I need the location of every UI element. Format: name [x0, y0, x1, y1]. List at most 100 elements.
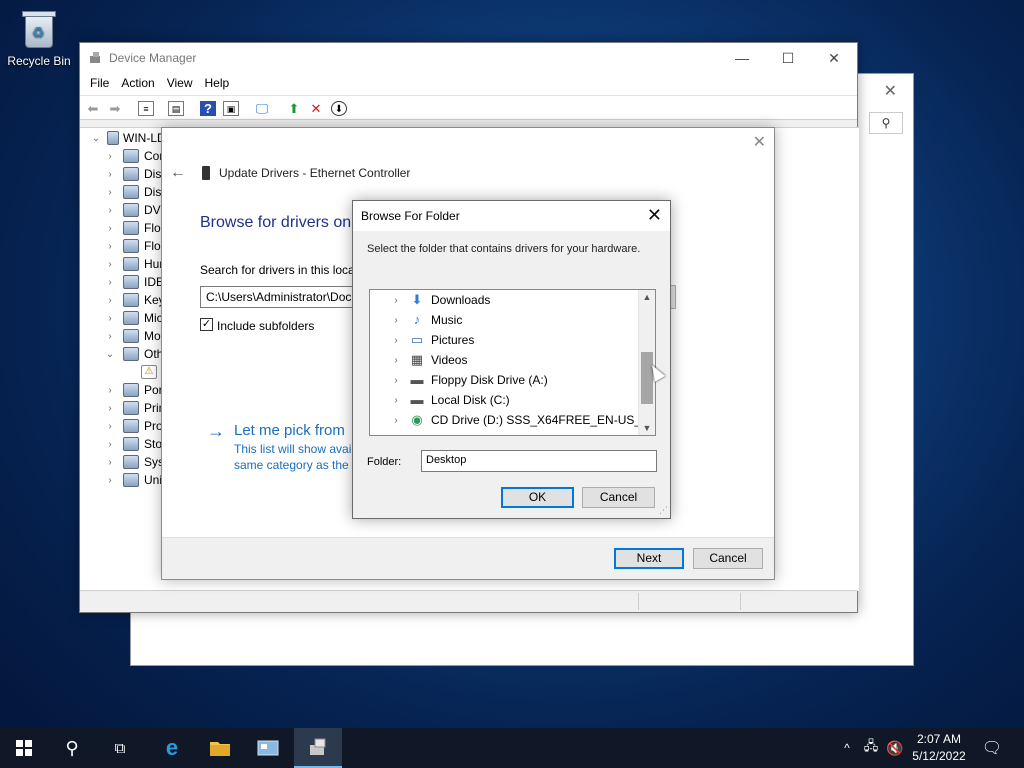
minimize-button[interactable]: —: [719, 43, 765, 73]
tree-item[interactable]: › Uni: [103, 471, 162, 489]
tree-item[interactable]: › Pro: [103, 417, 163, 435]
network-icon[interactable]: 🖧: [860, 728, 882, 768]
tree-item[interactable]: › Stor: [103, 435, 166, 453]
chevron-right-icon[interactable]: ›: [103, 421, 117, 432]
pick-driver-link[interactable]: Let me pick from: [234, 422, 345, 439]
chevron-right-icon[interactable]: ›: [103, 313, 117, 324]
tree-item[interactable]: › Flop: [103, 237, 167, 255]
tree-item[interactable]: › Disk: [103, 165, 167, 183]
tree-item[interactable]: › Hum: [103, 255, 169, 273]
disable-icon[interactable]: ⬇: [331, 101, 347, 116]
folder-item-floppy-drive[interactable]: › ▬ Floppy Disk Drive (A:): [370, 370, 547, 390]
scroll-down-icon[interactable]: ▼: [639, 423, 655, 433]
chevron-right-icon[interactable]: ›: [389, 395, 403, 406]
chevron-right-icon[interactable]: ›: [103, 331, 117, 342]
folder-item-cd-drive[interactable]: › ◉ CD Drive (D:) SSS_X64FREE_EN-US_DV9: [370, 410, 655, 430]
chevron-right-icon[interactable]: ›: [389, 295, 403, 306]
internet-explorer-icon[interactable]: e: [148, 728, 196, 768]
notifications-icon[interactable]: 🗨: [980, 728, 1004, 768]
server-manager-icon[interactable]: [244, 728, 292, 768]
device-manager-taskbar-icon[interactable]: [294, 728, 342, 768]
folder-item-pictures[interactable]: › ▭ Pictures: [370, 330, 474, 350]
start-button[interactable]: [0, 728, 48, 768]
folder-item-downloads[interactable]: › ⬇ Downloads: [370, 290, 490, 310]
include-subfolders-checkbox[interactable]: ✓: [200, 318, 213, 331]
chevron-right-icon[interactable]: ›: [389, 375, 403, 386]
back-icon[interactable]: ⬅: [85, 101, 101, 116]
tree-item[interactable]: › Por: [103, 381, 163, 399]
show-hidden-icon[interactable]: ▤: [168, 101, 184, 116]
folder-item-music[interactable]: › ♪ Music: [370, 310, 462, 330]
menu-action[interactable]: Action: [115, 73, 160, 95]
chevron-right-icon[interactable]: ›: [103, 223, 117, 234]
tree-item[interactable]: › Mic: [103, 309, 163, 327]
help-icon[interactable]: ?: [200, 101, 216, 116]
menu-file[interactable]: File: [84, 73, 115, 95]
chevron-right-icon[interactable]: ›: [389, 315, 403, 326]
tree-item[interactable]: › Disp: [103, 183, 168, 201]
chevron-right-icon[interactable]: ›: [103, 241, 117, 252]
maximize-button[interactable]: ☐: [765, 43, 811, 73]
folder-input[interactable]: Desktop: [421, 450, 657, 472]
search-icon[interactable]: ⚲: [869, 112, 903, 134]
tree-item[interactable]: › Prin: [103, 399, 165, 417]
volume-muted-icon[interactable]: 🔇: [884, 728, 906, 768]
chevron-right-icon[interactable]: ›: [103, 259, 117, 270]
chevron-right-icon[interactable]: ›: [103, 169, 117, 180]
chevron-right-icon[interactable]: ›: [103, 295, 117, 306]
chevron-right-icon[interactable]: ›: [103, 403, 117, 414]
chevron-right-icon[interactable]: ›: [389, 415, 403, 426]
cancel-button[interactable]: Cancel: [582, 487, 655, 508]
chevron-right-icon[interactable]: ›: [103, 277, 117, 288]
close-icon[interactable]: ✕: [884, 81, 897, 101]
vertical-scrollbar[interactable]: ▲ ▼: [638, 290, 655, 435]
chevron-down-icon[interactable]: ⌄: [103, 349, 117, 360]
close-button[interactable]: ✕: [811, 43, 857, 73]
task-view-icon[interactable]: ⧉: [96, 728, 144, 768]
tree-item[interactable]: › Mo: [103, 327, 161, 345]
recycle-bin-desktop-icon[interactable]: ♻ Recycle Bin: [6, 6, 72, 68]
tree-item[interactable]: ⌄ Oth: [103, 345, 163, 363]
chevron-down-icon[interactable]: ⌄: [89, 133, 103, 144]
chevron-right-icon[interactable]: ›: [103, 205, 117, 216]
folder-tree[interactable]: › ⬇ Downloads › ♪ Music › ▭ Pictures › ▦ Videos …: [369, 289, 656, 436]
chevron-right-icon[interactable]: ›: [103, 385, 117, 396]
scrollbar-thumb[interactable]: [641, 352, 653, 404]
tree-item[interactable]: › DVD: [103, 201, 169, 219]
uninstall-icon[interactable]: ✕: [308, 101, 324, 116]
back-arrow-icon[interactable]: ←: [170, 164, 186, 182]
folder-item-local-disk[interactable]: › ▬ Local Disk (C:): [370, 390, 509, 410]
tree-item-unknown-device[interactable]: ⚠: [121, 363, 162, 381]
forward-icon[interactable]: ➡: [107, 101, 123, 116]
scan-hardware-icon[interactable]: 🖵: [254, 101, 270, 116]
clock[interactable]: 2:07 AM 5/12/2022: [904, 731, 974, 765]
tree-root[interactable]: ⌄ WIN-LD: [89, 129, 166, 147]
chevron-right-icon[interactable]: ›: [103, 187, 117, 198]
chevron-right-icon[interactable]: ›: [389, 335, 403, 346]
ok-button[interactable]: OK: [501, 487, 574, 508]
tree-item[interactable]: › Key: [103, 291, 165, 309]
chevron-right-icon[interactable]: ›: [389, 355, 403, 366]
update-driver-icon[interactable]: ⬆: [286, 101, 302, 116]
properties-icon[interactable]: ≡: [138, 101, 154, 116]
chevron-right-icon[interactable]: ›: [103, 457, 117, 468]
tree-item[interactable]: › IDE: [103, 273, 164, 291]
tree-item[interactable]: › Flop: [103, 219, 167, 237]
view-icon[interactable]: ▣: [223, 101, 239, 116]
search-icon[interactable]: ⚲: [48, 728, 96, 768]
tree-item[interactable]: › Cor: [103, 147, 163, 165]
chevron-right-icon[interactable]: ›: [103, 151, 117, 162]
scroll-up-icon[interactable]: ▲: [639, 292, 655, 302]
next-button[interactable]: Next: [614, 548, 684, 569]
folder-item-videos[interactable]: › ▦ Videos: [370, 350, 467, 370]
chevron-up-icon[interactable]: ^: [838, 728, 856, 768]
file-explorer-icon[interactable]: [196, 728, 244, 768]
close-icon[interactable]: ✕: [753, 132, 766, 152]
menu-help[interactable]: Help: [199, 73, 236, 95]
resize-grip-icon[interactable]: ⋰: [659, 505, 668, 516]
tree-item[interactable]: › Syst: [103, 453, 167, 471]
close-icon[interactable]: ✕: [647, 205, 662, 226]
chevron-right-icon[interactable]: ›: [103, 439, 117, 450]
menu-view[interactable]: View: [161, 73, 199, 95]
cancel-button[interactable]: Cancel: [693, 548, 763, 569]
